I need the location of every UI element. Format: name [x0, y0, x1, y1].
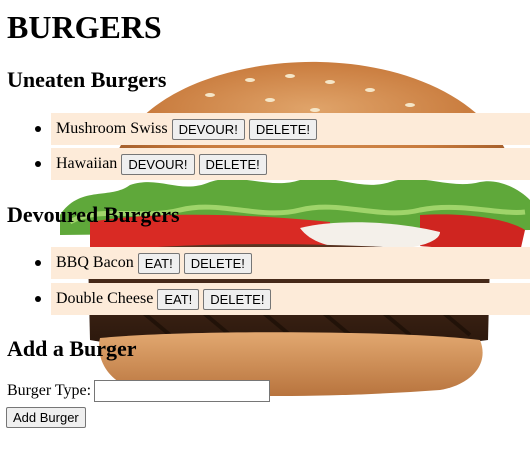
burger-type-input[interactable] — [94, 380, 271, 402]
add-burger-button[interactable]: Add Burger — [6, 407, 86, 428]
delete-button[interactable]: DELETE! — [203, 288, 272, 310]
page-title: BURGERS — [7, 9, 162, 45]
eat-button[interactable]: EAT! — [157, 288, 200, 310]
uneaten-burgers-heading: Uneaten Burgers — [7, 67, 167, 92]
burger-type-field-row: Burger Type: — [7, 380, 271, 402]
burger-name: BBQ Bacon — [56, 254, 134, 271]
devour-button[interactable]: DEVOUR! — [171, 118, 245, 140]
burger-name: Double Cheese — [56, 290, 154, 307]
list-bullet — [35, 296, 41, 302]
list-bullet — [35, 161, 41, 167]
list-bullet — [35, 260, 41, 266]
delete-button[interactable]: DELETE! — [183, 252, 252, 274]
uneaten-burger-item: Mushroom Swiss DEVOUR! DELETE! — [35, 113, 530, 145]
add-burger-heading: Add a Burger — [7, 336, 137, 361]
eat-button[interactable]: EAT! — [137, 252, 180, 274]
devoured-burger-item: Double Cheese EAT! DELETE! — [35, 283, 530, 315]
devour-button[interactable]: DEVOUR! — [121, 153, 195, 175]
delete-button[interactable]: DELETE! — [248, 118, 317, 140]
uneaten-burger-item: Hawaiian DEVOUR! DELETE! — [35, 148, 530, 180]
devoured-burger-item: BBQ Bacon EAT! DELETE! — [35, 247, 530, 279]
list-bullet — [35, 126, 41, 132]
devoured-burgers-heading: Devoured Burgers — [7, 202, 180, 227]
burger-type-label: Burger Type: — [7, 382, 92, 399]
burger-name: Mushroom Swiss — [56, 120, 168, 137]
burger-name: Hawaiian — [56, 155, 118, 172]
add-burger-wrap: Add Burger — [6, 407, 90, 428]
delete-button[interactable]: DELETE! — [198, 153, 267, 175]
